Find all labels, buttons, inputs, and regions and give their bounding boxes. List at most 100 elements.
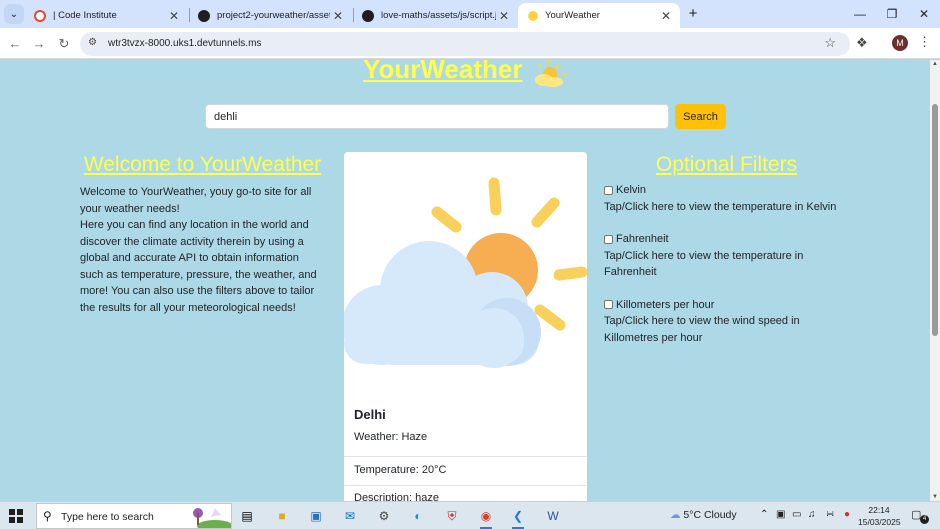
sun-favicon-icon	[528, 10, 538, 21]
address-bar[interactable]: ⚙ wtr3tvzx-8000.uks1.devtunnels.ms ☆	[80, 32, 850, 56]
browser-toolbar: ← → ↻ ⚙ wtr3tvzx-8000.uks1.devtunnels.ms…	[0, 28, 940, 59]
sun-behind-cloud-icon	[534, 60, 567, 87]
outlook-icon[interactable]: ✉	[339, 505, 361, 527]
chevron-down-icon: ⌄	[9, 8, 19, 20]
new-tab-plus-icon[interactable]: +	[684, 5, 702, 23]
tab-project2-yourweather[interactable]: project2-yourweather/assets/js ✕	[188, 3, 352, 28]
file-explorer-icon[interactable]: ■	[271, 505, 293, 527]
more-menu-icon[interactable]: ⋮	[918, 34, 931, 50]
clock-time: 22:14	[868, 505, 890, 515]
search-icon: ⚲	[43, 509, 52, 523]
kmh-checkbox[interactable]	[604, 300, 613, 310]
site-title[interactable]: YourWeather	[363, 60, 522, 84]
reload-icon[interactable]: ↻	[54, 34, 74, 54]
scroll-up-arrow-icon[interactable]: ▲	[932, 61, 938, 67]
weather-condition: Weather: Haze	[354, 431, 428, 443]
url-text: wtr3tvzx-8000.uks1.devtunnels.ms	[108, 38, 262, 49]
word-icon[interactable]: W	[542, 505, 564, 527]
search-highlight-illustration-icon	[193, 508, 231, 528]
github-icon	[198, 9, 210, 22]
notifications-icon[interactable]: ▢ 4	[911, 508, 929, 524]
search-input[interactable]	[205, 104, 669, 129]
microsoft-store-icon[interactable]: ▣	[305, 505, 327, 527]
github-icon	[362, 9, 374, 22]
tab-label: project2-yourweather/assets/js	[217, 10, 330, 21]
chrome-browser-icon[interactable]: ◉	[475, 505, 497, 529]
task-view-icon[interactable]: ▤	[236, 505, 258, 527]
windows-taskbar: ⚲ Type here to search ▤ ■ ▣ ✉ ⚙ ◐ ⛨ ◉ ❮ …	[0, 501, 940, 529]
card-divider	[344, 456, 587, 457]
kelvin-checkbox[interactable]	[604, 185, 613, 195]
kelvin-hint: Tap/Click here to view the temperature i…	[604, 200, 837, 213]
tab-label: | Code Institute	[53, 10, 117, 21]
cloud-icon: ☁	[670, 509, 681, 521]
window-close-icon[interactable]: ✕	[909, 4, 939, 24]
page-viewport: YourWeather Search Welcome to YourWeathe…	[0, 60, 930, 501]
close-icon[interactable]: ✕	[496, 9, 512, 23]
card-divider	[344, 485, 587, 486]
tab-code-institute[interactable]: | Code Institute ✕	[24, 3, 188, 28]
welcome-heading: Welcome to YourWeather	[83, 153, 322, 176]
profile-avatar[interactable]: M	[892, 35, 908, 51]
welcome-section: Welcome to YourWeather Welcome to YourWe…	[80, 152, 325, 316]
taskbar-clock[interactable]: 22:14 15/03/2025	[858, 504, 901, 528]
page-scrollbar[interactable]: ▲ ▼	[930, 60, 940, 501]
edge-browser-icon[interactable]: ◐	[407, 505, 429, 527]
taskbar-search-box[interactable]: ⚲ Type here to search	[36, 503, 232, 529]
weather-description: Description: haze	[354, 492, 439, 501]
tray-chevron-up-icon[interactable]: ⌃	[760, 509, 768, 520]
clock-date: 15/03/2025	[858, 517, 901, 527]
tab-label: love-maths/assets/js/script.js at	[381, 10, 496, 21]
vscode-icon[interactable]: ❮	[507, 505, 529, 529]
kmh-hint: Tap/Click here to view the wind speed in…	[604, 315, 800, 344]
close-icon[interactable]: ✕	[330, 9, 346, 23]
kmh-label[interactable]: Killometers per hour	[616, 297, 714, 314]
speaker-icon[interactable]: ♫	[808, 509, 816, 520]
fahrenheit-label[interactable]: Fahrenheit	[616, 231, 669, 248]
filters-heading: Optional Filters	[655, 153, 798, 176]
tab-yourweather[interactable]: YourWeather ✕	[518, 3, 680, 28]
sun-behind-cloud-weather-icon	[344, 177, 587, 368]
mcafee-shield-icon[interactable]: ⛨	[441, 505, 463, 527]
bookmark-star-icon[interactable]: ☆	[824, 35, 836, 51]
fahrenheit-hint: Tap/Click here to view the temperature i…	[604, 249, 804, 279]
settings-gear-icon[interactable]: ⚙	[373, 505, 395, 527]
weather-card: Delhi Weather: Haze Temperature: 20°C De…	[344, 152, 587, 501]
close-icon[interactable]: ✕	[166, 9, 182, 23]
extensions-puzzle-icon[interactable]: ❖	[856, 35, 868, 51]
minimize-icon[interactable]: —	[845, 4, 875, 24]
site-info-icon[interactable]: ⚙	[88, 37, 97, 48]
windows-start-icon[interactable]	[9, 509, 23, 523]
temperature-value: Temperature: 20°C	[354, 464, 447, 476]
welcome-intro-text: Welcome to YourWeather, youy go-to site …	[80, 186, 312, 215]
welcome-body-text: Here you can find any location in the wo…	[80, 219, 317, 314]
meet-now-icon[interactable]: ▣	[776, 509, 785, 520]
back-arrow-icon[interactable]: ←	[5, 34, 25, 54]
search-button[interactable]: Search	[675, 104, 726, 129]
tab-label: YourWeather	[545, 10, 600, 21]
wifi-icon[interactable]: ∺	[826, 509, 834, 520]
scrollbar-thumb[interactable]	[932, 104, 938, 336]
code-institute-favicon-icon	[34, 9, 46, 22]
filter-fahrenheit: Fahrenheit Tap/Click here to view the te…	[604, 231, 854, 281]
taskbar-weather[interactable]: ☁ 5°C Cloudy	[670, 509, 737, 521]
filters-section: Optional Filters Kelvin Tap/Click here t…	[604, 152, 854, 346]
taskbar-search-placeholder: Type here to search	[61, 511, 154, 523]
scroll-down-arrow-icon[interactable]: ▼	[932, 494, 938, 500]
restore-icon[interactable]: ❐	[877, 4, 907, 24]
kelvin-label[interactable]: Kelvin	[616, 182, 646, 199]
browser-tab-strip: ⌄ | Code Institute ✕ project2-yourweathe…	[0, 0, 940, 28]
site-header: YourWeather	[0, 60, 930, 88]
battery-icon[interactable]: ▭	[792, 509, 801, 520]
filter-kelvin: Kelvin Tap/Click here to view the temper…	[604, 182, 854, 215]
tab-love-maths[interactable]: love-maths/assets/js/script.js at ✕	[352, 3, 518, 28]
city-name: Delhi	[354, 407, 386, 422]
notification-badge: 4	[920, 515, 929, 524]
forward-arrow-icon[interactable]: →	[29, 34, 49, 54]
close-icon[interactable]: ✕	[658, 9, 674, 23]
security-alert-icon[interactable]: ●	[844, 509, 850, 520]
fahrenheit-checkbox[interactable]	[604, 234, 613, 244]
taskbar-weather-text: 5°C Cloudy	[683, 509, 737, 521]
tab-search-button[interactable]: ⌄	[4, 4, 24, 24]
filter-kmh: Killometers per hour Tap/Click here to v…	[604, 297, 854, 347]
